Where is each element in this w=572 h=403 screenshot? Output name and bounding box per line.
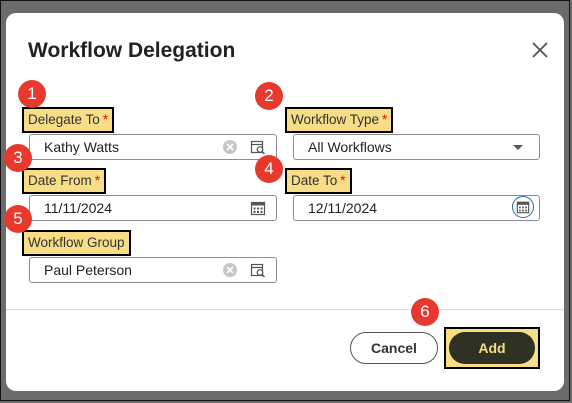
- date-to-value: 12/11/2024: [308, 200, 378, 216]
- delegate-to-label: Delegate To *: [21, 107, 115, 133]
- dropdown-arrow-icon[interactable]: [510, 139, 526, 155]
- workflow-type-label: Workflow Type *: [284, 107, 394, 133]
- date-from-value: 11/11/2024: [44, 200, 112, 216]
- required-mark: *: [340, 173, 346, 188]
- calendar-icon[interactable]: [512, 196, 534, 218]
- callout-badge-1: 1: [18, 80, 46, 108]
- lookup-icon[interactable]: [250, 139, 266, 155]
- add-button[interactable]: Add: [449, 332, 535, 364]
- clear-icon[interactable]: [222, 139, 238, 155]
- workflow-group-label: Workflow Group: [22, 230, 131, 256]
- calendar-icon[interactable]: [250, 200, 266, 216]
- close-icon[interactable]: [530, 40, 550, 60]
- callout-badge-2: 2: [255, 82, 283, 110]
- workflow-type-label-text: Workflow Type: [291, 112, 380, 127]
- lookup-icon[interactable]: [250, 262, 266, 278]
- required-mark: *: [382, 112, 388, 127]
- add-button-highlight: Add: [444, 327, 540, 369]
- footer-divider: [6, 309, 564, 310]
- date-to-label: Date To *: [285, 168, 352, 194]
- date-from-label: Date From *: [21, 168, 107, 194]
- clear-icon[interactable]: [222, 262, 238, 278]
- delegate-to-label-text: Delegate To: [28, 112, 100, 127]
- dialog-title: Workflow Delegation: [28, 39, 236, 62]
- date-from-input[interactable]: 11/11/2024: [29, 195, 277, 221]
- required-mark: *: [102, 112, 109, 127]
- required-mark: *: [94, 173, 101, 188]
- date-from-label-text: Date From: [28, 173, 92, 188]
- workflow-group-value: Paul Peterson: [44, 262, 132, 278]
- date-to-input[interactable]: 12/11/2024: [293, 195, 540, 221]
- delegate-to-value: Kathy Watts: [44, 139, 119, 155]
- callout-badge-4: 4: [255, 155, 283, 183]
- workflow-group-input[interactable]: Paul Peterson: [29, 257, 277, 283]
- delegate-to-input[interactable]: Kathy Watts: [29, 134, 277, 160]
- callout-badge-6: 6: [411, 298, 439, 326]
- workflow-group-label-text: Workflow Group: [28, 235, 125, 250]
- workflow-delegation-dialog: Workflow Delegation Delegate To * Kathy W…: [6, 13, 564, 391]
- callout-badge-5: 5: [4, 205, 32, 233]
- date-to-label-text: Date To: [291, 173, 338, 188]
- callout-badge-3: 3: [4, 144, 32, 172]
- cancel-button[interactable]: Cancel: [350, 332, 438, 364]
- workflow-type-value: All Workflows: [308, 139, 392, 155]
- workflow-type-select[interactable]: All Workflows: [293, 134, 540, 160]
